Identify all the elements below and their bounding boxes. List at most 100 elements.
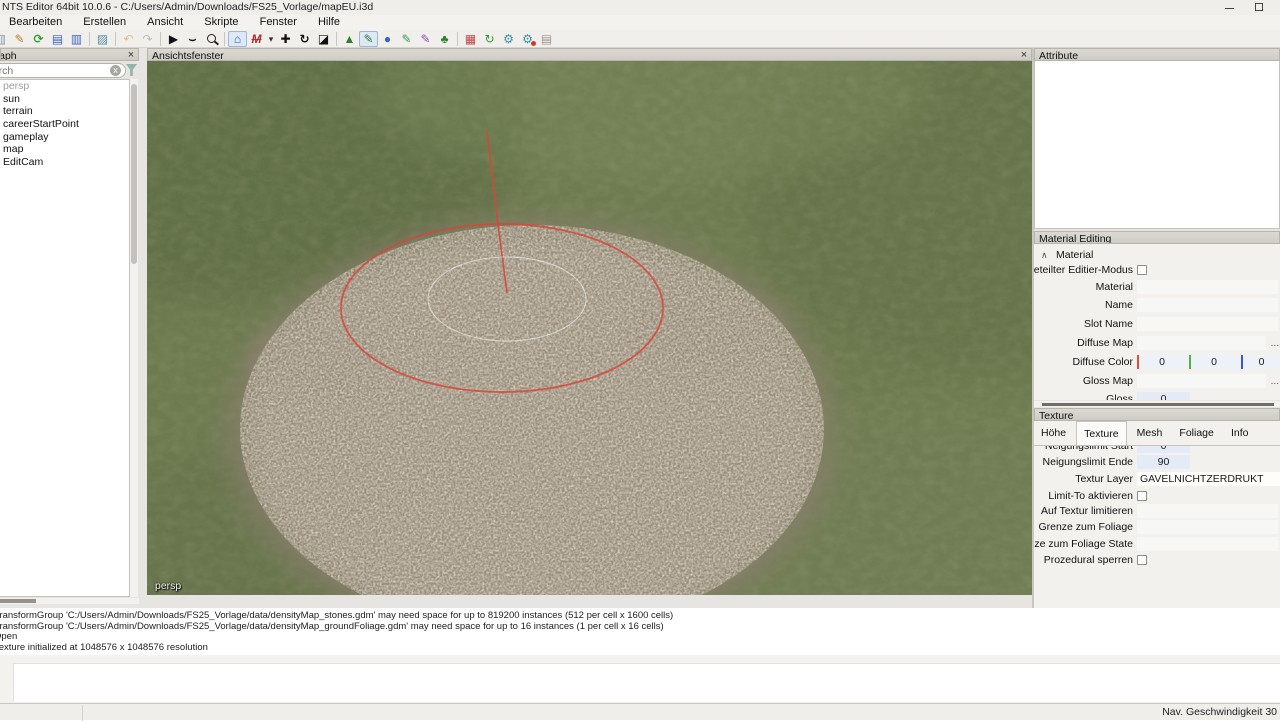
scenegraph-search-input[interactable] <box>0 63 126 78</box>
texture-tab-bar: Höhe Texture Mesh Foliage Info Prozedura… <box>1034 421 1280 446</box>
log-line: TransformGroup 'C:/Users/Admin/Downloads… <box>0 620 664 632</box>
tab-texture[interactable]: Texture <box>1076 421 1127 445</box>
terrain-paint-icon[interactable]: ✎ <box>359 30 378 47</box>
reload-icon[interactable]: ⟳ <box>29 31 48 47</box>
log-panel: TransformGroup 'C:/Users/Admin/Downloads… <box>0 608 1280 655</box>
menu-bearbeiten[interactable]: Bearbeiten <box>0 15 71 30</box>
search-clear-icon[interactable]: x <box>110 65 121 76</box>
diffuse-color-b-field[interactable]: 0 <box>1241 355 1280 369</box>
log-line: Open <box>0 631 18 642</box>
log-line: TransformGroup 'C:/Users/Admin/Downloads… <box>0 610 674 621</box>
tree-placement-icon[interactable]: ♣ <box>435 31 454 47</box>
tab-mesh[interactable]: Mesh <box>1130 421 1170 445</box>
export-icon[interactable]: ▨ <box>93 31 112 47</box>
procedural-lock-checkbox[interactable] <box>1137 555 1147 565</box>
foliage-paint-icon[interactable]: ● <box>378 31 397 47</box>
tree-item-editcam[interactable]: EditCam <box>0 156 129 169</box>
menu-hilfe[interactable]: Hilfe <box>309 15 349 30</box>
terrain-detail-paint-icon[interactable]: ✎ <box>416 31 435 47</box>
limit-to-enable-checkbox[interactable] <box>1137 491 1147 501</box>
foliage-border-label: Grenze zum Foliage <box>1038 521 1133 533</box>
tree-item-careerstartpoint[interactable]: careerStartPoint <box>0 118 129 131</box>
material-section-label: Material <box>1056 249 1094 261</box>
slot-name-label: Slot Name <box>1083 318 1133 330</box>
procedural-lock-label: Prozedural sperren <box>1043 554 1133 566</box>
restore-icon <box>1255 3 1263 11</box>
material-field[interactable] <box>1137 280 1278 294</box>
tree-item-gameplay[interactable]: gameplay <box>0 131 129 144</box>
scrollbar-thumb[interactable] <box>1042 403 1274 406</box>
terrain-sculpt-icon[interactable]: ▲ <box>340 31 359 47</box>
scrollbar-thumb[interactable] <box>0 599 36 603</box>
scenegraph-close-icon[interactable]: × <box>125 49 137 60</box>
slot-name-field[interactable] <box>1137 317 1278 331</box>
viewport-3d-canvas[interactable] <box>147 61 1032 595</box>
refresh-icon[interactable]: ↻ <box>480 31 499 47</box>
viewport-close-icon[interactable]: × <box>1018 49 1030 60</box>
edit-scripts-icon[interactable]: ✎ <box>10 31 29 47</box>
gloss-map-label: Gloss Map <box>1082 375 1133 387</box>
menu-skripte[interactable]: Skripte <box>195 15 247 30</box>
zoom-tool-icon[interactable] <box>202 31 221 47</box>
script-console-input[interactable] <box>13 663 1280 702</box>
name-field[interactable] <box>1137 298 1278 312</box>
redo-icon[interactable]: ↷ <box>138 31 157 47</box>
tab-foliage[interactable]: Foliage <box>1172 421 1220 445</box>
settings-alert-icon[interactable]: ⚙ <box>518 31 537 47</box>
save-icon[interactable]: ▤ <box>48 31 67 47</box>
gloss-map-browse-button[interactable]: ... <box>1271 376 1279 387</box>
diffuse-color-g-field[interactable]: 0 <box>1189 355 1239 369</box>
tree-item-terrain[interactable]: terrain <box>0 105 129 118</box>
tree-item-sun[interactable]: sun <box>0 93 129 106</box>
nav-speed-status: Nav. Geschwindigkeit 30 <box>1162 706 1277 718</box>
shared-edit-mode-label: Geteilter Editier-Modus <box>1034 264 1133 276</box>
gloss-clipped-field[interactable]: 0 <box>1137 392 1190 400</box>
restore-button[interactable] <box>1245 0 1275 15</box>
collapse-caret-icon[interactable]: ∧ <box>1041 250 1048 261</box>
tree-item-persp[interactable]: persp <box>0 80 129 93</box>
slope-limit-end-field[interactable]: 90 <box>1137 455 1190 469</box>
home-icon[interactable]: ⌂ <box>228 30 247 47</box>
foliage-border-field[interactable] <box>1137 520 1278 534</box>
texture-layer-field[interactable]: GAVELNICHTZERDRUKT <box>1137 472 1280 486</box>
limit-to-texture-field[interactable] <box>1137 504 1278 518</box>
save-as-icon[interactable]: ▥ <box>67 31 86 47</box>
menu-erstellen[interactable]: Erstellen <box>74 15 135 30</box>
scrollbar-thumb[interactable] <box>131 84 137 264</box>
diffuse-map-field[interactable] <box>1137 336 1266 350</box>
foliage-state-border-field[interactable] <box>1137 537 1278 551</box>
material-hscrollbar[interactable] <box>1034 401 1280 407</box>
diffuse-map-browse-button[interactable]: ... <box>1271 338 1279 349</box>
scenegraph-hscrollbar[interactable] <box>0 598 139 604</box>
play-icon[interactable]: ▶ <box>164 31 183 47</box>
gloss-clipped-label: Gloss <box>1106 393 1133 400</box>
scenegraph-vscrollbar[interactable] <box>130 79 138 597</box>
render-dropdown-icon[interactable]: ▾ <box>266 31 276 47</box>
limit-to-texture-label: Auf Textur limitieren <box>1040 505 1133 517</box>
tab-info[interactable]: Info <box>1224 421 1256 445</box>
minimize-button[interactable] <box>1215 0 1245 15</box>
terrain-info-paint-icon[interactable]: ✎ <box>397 31 416 47</box>
toolbar-separator <box>86 31 93 46</box>
diffuse-color-r-field[interactable]: 0 <box>1137 355 1187 369</box>
database-icon[interactable]: ▦ <box>461 31 480 47</box>
shared-edit-mode-checkbox[interactable] <box>1137 265 1147 275</box>
clipped-file-icon[interactable]: ▥ <box>0 31 10 47</box>
slope-limit-start-field[interactable]: 0 <box>1137 446 1190 453</box>
paste-icon[interactable]: ▤ <box>537 31 556 47</box>
undo-icon[interactable]: ↶ <box>119 31 138 47</box>
toolbar-separator <box>157 31 164 46</box>
render-disabled-icon[interactable]: M <box>247 31 266 47</box>
tree-item-map[interactable]: map <box>0 143 129 156</box>
texture-tab-content: Neigungslimit Start 0 Neigungslimit Ende… <box>1034 446 1280 608</box>
menu-fenster[interactable]: Fenster <box>251 15 306 30</box>
menu-ansicht[interactable]: Ansicht <box>138 15 192 30</box>
move-tool-icon[interactable]: ✚ <box>276 31 295 47</box>
tab-hoehe[interactable]: Höhe <box>1034 421 1073 445</box>
toolbar-separator <box>333 31 340 46</box>
rotate-tool-icon[interactable]: ↻ <box>295 31 314 47</box>
gloss-map-field[interactable] <box>1137 374 1266 388</box>
settings-icon[interactable]: ⚙ <box>499 31 518 47</box>
scale-tool-icon[interactable]: ◪ <box>314 31 333 47</box>
curve-icon[interactable]: ⌣ <box>183 31 202 47</box>
